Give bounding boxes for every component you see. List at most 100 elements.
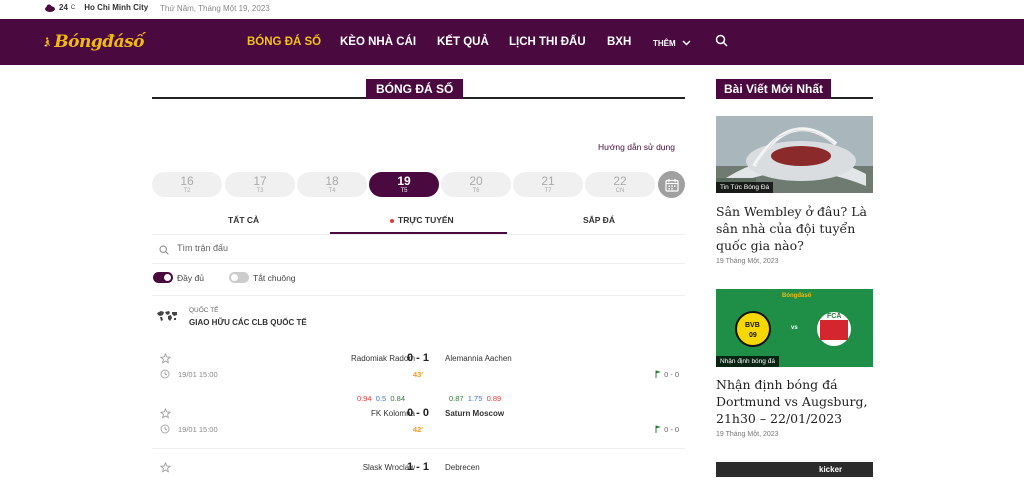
- kicker-text: kicker: [819, 465, 843, 474]
- match-minute: 43': [412, 370, 424, 379]
- search-placeholder: Tìm trận đấu: [177, 243, 229, 253]
- fca-logo-text: FCA: [827, 313, 842, 320]
- cloud-icon: [45, 4, 55, 12]
- toggle-knob: [164, 274, 171, 281]
- league-country: QUỐC TẾ: [189, 307, 219, 314]
- nav-item-bxh[interactable]: BXH: [607, 36, 631, 48]
- date-pill-16[interactable]: 16 T2: [152, 172, 222, 197]
- date-number: 18: [325, 174, 339, 188]
- date-pill-18[interactable]: 18 T4: [297, 172, 367, 197]
- match-time: 19/01 15:00: [178, 370, 218, 379]
- nav-more-label: THÊM: [653, 39, 676, 48]
- search-icon: [159, 245, 169, 255]
- date-weekday: T6: [472, 188, 480, 194]
- site-logo[interactable]: Bóngđásố: [44, 26, 144, 58]
- match-search[interactable]: Tìm trận đấu: [152, 239, 685, 264]
- match-filter-tabs: TẤT CẢ TRỰC TUYẾN SẮP ĐÁ: [152, 210, 685, 235]
- chevron-down-icon: [682, 40, 691, 46]
- calendar-icon: [664, 178, 679, 192]
- date-pill-20[interactable]: 20 T6: [441, 172, 511, 197]
- date-weekday: T4: [328, 188, 336, 194]
- corner-count: 0 - 0: [655, 370, 679, 379]
- away-team: Alemannia Aachen: [445, 354, 512, 363]
- date-number: 16: [180, 174, 194, 188]
- corner-flag-icon: [655, 370, 661, 378]
- article-category[interactable]: Nhận định bóng đá: [716, 356, 779, 367]
- corner-flag-icon: [655, 425, 661, 433]
- date-weekday: T7: [544, 188, 552, 194]
- logo-text: Bóngđásố: [54, 32, 144, 52]
- odds-handicap: 0.5: [375, 394, 387, 403]
- star-icon[interactable]: [160, 462, 171, 473]
- away-team: Saturn Moscow: [445, 409, 505, 418]
- league-name[interactable]: GIAO HỮU CÁC CLB QUỐC TẾ: [189, 318, 307, 327]
- date-weekday: CN: [615, 188, 625, 194]
- article-title[interactable]: Sân Wembley ở đâu? Là sân nhà của đội tu…: [716, 203, 876, 254]
- world-map-icon: [157, 311, 177, 321]
- live-dot-icon: [390, 218, 394, 223]
- date-number: 21: [541, 174, 555, 188]
- nav-item-ket-qua[interactable]: KẾT QUẢ: [437, 36, 489, 48]
- match-time: 19/01 15:00: [178, 425, 218, 434]
- odds-home: 0.94: [357, 394, 372, 403]
- sidebar-title: Bài Viết Mới Nhất: [716, 79, 831, 99]
- article-thumbnail[interactable]: Bóngđásố vs BVB 09 FCA Nhận định bóng đá: [716, 289, 873, 367]
- city-name: Ho Chi Minh City: [84, 3, 149, 12]
- divider: [152, 295, 685, 296]
- article-date: 19 Tháng Một, 2023: [716, 431, 779, 438]
- match-row[interactable]: Slask Wroclaw 1 - 1 Debrecen: [152, 461, 685, 501]
- date-number: 22: [613, 174, 627, 188]
- temp-unit: C: [70, 4, 76, 11]
- thumbnail-logo: Bóngđásố: [782, 293, 812, 299]
- main-navbar: Bóngđásố BÓNG ĐÁ SỐ KÈO NHÀ CÁI KẾT QUẢ …: [0, 19, 1024, 65]
- mute-label: Tắt chuông: [253, 273, 296, 283]
- divider: [152, 448, 685, 449]
- odds-under: 0.89: [486, 394, 502, 403]
- guide-link[interactable]: Hướng dẫn sử dụng: [598, 142, 675, 152]
- tab-tat-ca[interactable]: TẤT CẢ: [228, 215, 259, 225]
- odds-line: 1.75: [467, 394, 483, 403]
- away-team: Debrecen: [445, 463, 480, 472]
- mute-toggle[interactable]: [229, 272, 249, 283]
- date-number: 20: [469, 174, 483, 188]
- corner-count: 0 - 0: [655, 425, 679, 434]
- match-score: 0 - 1: [406, 352, 429, 364]
- active-tab-indicator: [330, 232, 507, 234]
- match-minute: 42': [412, 425, 424, 434]
- player-icon: [44, 37, 50, 47]
- date-pill-22[interactable]: 22 CN: [585, 172, 655, 197]
- tab-truc-tuyen[interactable]: TRỰC TUYẾN: [390, 215, 454, 225]
- nav-item-bong-da-so[interactable]: BÓNG ĐÁ SỐ: [247, 36, 321, 48]
- star-icon[interactable]: [160, 353, 171, 364]
- calendar-button[interactable]: [658, 171, 685, 198]
- date-number: 17: [253, 174, 267, 188]
- article-thumbnail[interactable]: kicker: [716, 462, 873, 477]
- nav-item-lich-thi-dau[interactable]: LỊCH THI ĐẤU: [509, 36, 586, 48]
- clock-icon: [160, 424, 170, 434]
- search-button[interactable]: [715, 34, 728, 52]
- star-icon[interactable]: [160, 408, 171, 419]
- odds-away: 0.84: [390, 394, 405, 403]
- date-weekday: T2: [183, 188, 191, 194]
- match-row[interactable]: 19/01 15:00 Radomiak Radom 0 - 1 Alemann…: [152, 352, 685, 392]
- bvb-logo-year: 09: [749, 332, 757, 339]
- match-row[interactable]: 19/01 15:00 FK Kolomna 0 - 0 Saturn Mosc…: [152, 407, 685, 447]
- clock-icon: [160, 369, 170, 379]
- current-date: Thứ Năm, Tháng Một 19, 2023: [160, 4, 270, 13]
- article-title[interactable]: Nhận định bóng đá Dortmund vs Augsburg, …: [716, 376, 876, 427]
- nav-more-button[interactable]: THÊM: [653, 37, 691, 49]
- odds-row-ou: 0.87 1.75 0.89: [449, 394, 501, 403]
- full-view-toggle[interactable]: [153, 272, 173, 283]
- date-pill-19[interactable]: 19 T5: [369, 172, 439, 197]
- corner-value: 0 - 0: [664, 370, 680, 379]
- article-category[interactable]: Tin Tức Bóng Đá: [716, 182, 774, 193]
- nav-item-keo-nha-cai[interactable]: KÈO NHÀ CÁI: [340, 36, 416, 48]
- tab-sap-da[interactable]: SẮP ĐÁ: [583, 215, 615, 225]
- tab-truc-tuyen-label: TRỰC TUYẾN: [398, 215, 454, 225]
- vs-label: vs: [791, 325, 798, 331]
- date-pill-21[interactable]: 21 T7: [513, 172, 583, 197]
- article-thumbnail[interactable]: Tin Tức Bóng Đá: [716, 116, 873, 193]
- toggle-knob: [231, 274, 238, 281]
- match-score: 0 - 0: [406, 407, 429, 419]
- date-pill-17[interactable]: 17 T3: [225, 172, 295, 197]
